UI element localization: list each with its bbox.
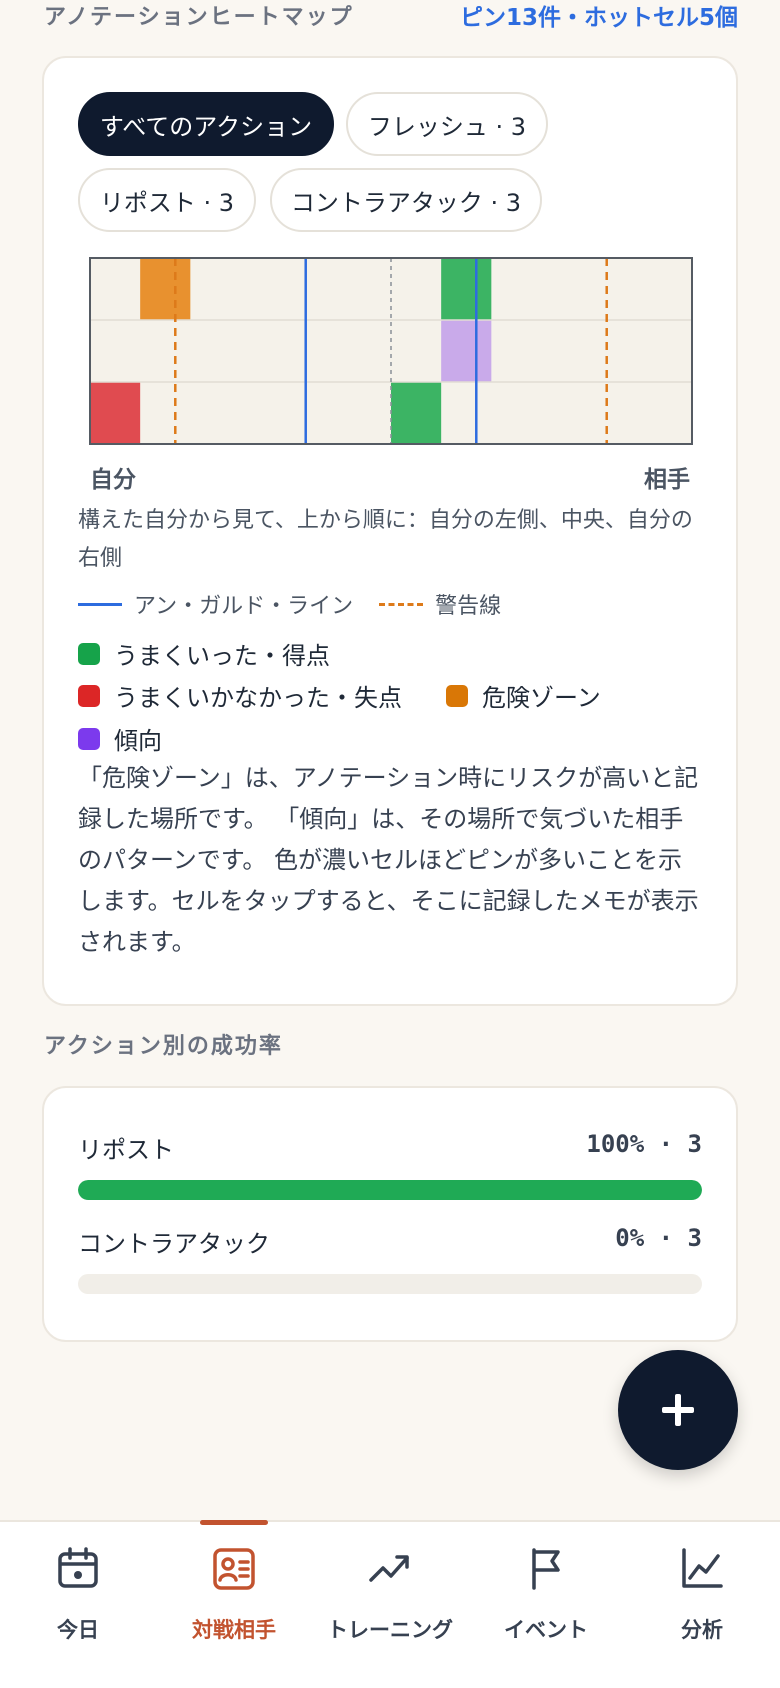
cell-empty[interactable] (341, 320, 391, 382)
nav-tab-events[interactable]: イベント (468, 1522, 624, 1688)
plus-icon (662, 1394, 694, 1426)
nav-tab-opponents[interactable]: 対戦相手 (156, 1522, 312, 1688)
nav-tab-today[interactable]: 今日 (0, 1522, 156, 1688)
nav-tab-label: トレーニング (327, 1618, 453, 1642)
legend-success: うまくいった・得点 (78, 636, 330, 671)
rate-bar-fill (78, 1180, 702, 1200)
heatmap-orientation-note: 構えた自分から見て、上から順に：自分の左側、中央、自分の右側 (78, 508, 693, 571)
nav-tab-training[interactable]: トレーニング (312, 1522, 468, 1688)
success-swatch (78, 642, 100, 665)
cell-empty[interactable] (491, 258, 541, 320)
cell-empty[interactable] (592, 382, 642, 444)
cell-empty[interactable] (90, 258, 140, 320)
cell-empty[interactable] (642, 258, 692, 320)
chart-icon (682, 1548, 723, 1588)
nav-tab-label: 今日 (57, 1618, 99, 1642)
cell-empty[interactable] (291, 320, 341, 382)
opponent-card-icon (213, 1548, 255, 1590)
filter-chip-counterattack[interactable]: コントラアタック · 3 (270, 168, 542, 232)
cell-empty[interactable] (642, 382, 692, 444)
cell-empty[interactable] (391, 258, 441, 320)
opponent-analysis-screen: アノテーションヒートマップ ピン13件・ホットセル5個 すべてのアクション フレ… (0, 0, 780, 1688)
heatmap-section-header: アノテーションヒートマップ ピン13件・ホットセル5個 (44, 0, 738, 32)
tendency-swatch (78, 727, 100, 750)
warning-line-swatch (379, 602, 424, 606)
nav-tab-label: 分析 (681, 1618, 723, 1642)
cell-danger[interactable] (140, 258, 191, 320)
cell-empty[interactable] (391, 320, 441, 382)
line-legend: アン・ガルド・ライン 警告線 (78, 588, 501, 620)
cell-empty[interactable] (542, 258, 592, 320)
legend-fail: うまくいかなかった・失点 (78, 678, 402, 713)
legend-danger-label: 危険ゾーン (482, 684, 601, 712)
cell-empty[interactable] (291, 258, 341, 320)
legend-fail-label: うまくいかなかった・失点 (114, 684, 402, 712)
flag-icon (532, 1548, 560, 1590)
calendar-icon (58, 1547, 98, 1588)
nav-tab-label: 対戦相手 (192, 1618, 276, 1642)
filter-chip-all[interactable]: すべてのアクション (78, 92, 334, 156)
cell-empty[interactable] (140, 382, 190, 444)
cell-empty[interactable] (491, 320, 541, 382)
rate-row-name: コントラアタック (78, 1230, 270, 1258)
rate-bar-track (78, 1274, 702, 1294)
cell-empty[interactable] (241, 258, 291, 320)
cell-empty[interactable] (542, 320, 592, 382)
on-guard-line-label: アン・ガルド・ライン (134, 594, 354, 619)
bottom-navigation: 今日 対戦相手 トレーニング イベント 分析 (0, 1520, 780, 1688)
cell-empty[interactable] (241, 382, 291, 444)
piste-heatmap (89, 257, 693, 445)
heatmap-summary-link[interactable]: ピン13件・ホットセル5個 (460, 0, 738, 32)
rate-row-value: 0% · 3 (615, 1224, 702, 1252)
on-guard-line-swatch (78, 602, 122, 606)
cell-fail[interactable] (90, 382, 141, 444)
success-rate-title: アクション別の成功率 (44, 1034, 283, 1059)
heatmap-section-title: アノテーションヒートマップ (44, 5, 354, 30)
filter-chip-fleche[interactable]: フレッシュ · 3 (346, 92, 548, 156)
fail-swatch (78, 684, 100, 707)
cell-empty[interactable] (592, 320, 642, 382)
cell-empty[interactable] (341, 382, 391, 444)
nav-tab-label: イベント (504, 1618, 588, 1642)
cell-empty[interactable] (491, 382, 541, 444)
rate-row-value: 100% · 3 (586, 1130, 702, 1158)
cell-empty[interactable] (90, 320, 140, 382)
heatmap-self-label: 自分 (90, 467, 136, 493)
cell-empty[interactable] (190, 320, 240, 382)
success-rate-card: リポスト 100% · 3 コントラアタック 0% · 3 (42, 1086, 738, 1342)
cell-tendency[interactable] (441, 320, 492, 382)
legend-tendency: 傾向 (78, 721, 162, 756)
rate-row-name: リポスト (78, 1136, 174, 1164)
heatmap-description: 「危険ゾーン」は、アノテーション時にリスクが高いと記録した場所です。 「傾向」は… (78, 764, 699, 956)
rate-bar-track (78, 1180, 702, 1200)
cell-empty[interactable] (542, 382, 592, 444)
warning-line-label: 警告線 (435, 594, 502, 619)
cell-empty[interactable] (341, 258, 391, 320)
add-annotation-button[interactable] (618, 1350, 738, 1470)
cell-empty[interactable] (190, 258, 240, 320)
cell-success[interactable] (391, 382, 442, 444)
heatmap-opponent-label: 相手 (644, 467, 690, 493)
cell-empty[interactable] (642, 320, 692, 382)
cell-empty[interactable] (190, 382, 240, 444)
cell-empty[interactable] (592, 258, 642, 320)
legend-tendency-label: 傾向 (114, 727, 162, 755)
danger-swatch (446, 684, 468, 707)
cell-empty[interactable] (441, 382, 491, 444)
trend-up-icon (369, 1555, 409, 1582)
cell-success[interactable] (441, 258, 492, 320)
cell-empty[interactable] (291, 382, 341, 444)
cell-empty[interactable] (241, 320, 291, 382)
nav-tab-analytics[interactable]: 分析 (624, 1522, 780, 1688)
legend-success-label: うまくいった・得点 (114, 642, 330, 670)
cell-empty[interactable] (140, 320, 190, 382)
heatmap-card: すべてのアクション フレッシュ · 3 リポスト · 3 コントラアタック · … (42, 56, 738, 1006)
legend-danger: 危険ゾーン (446, 678, 601, 713)
filter-chip-riposte[interactable]: リポスト · 3 (78, 168, 256, 232)
